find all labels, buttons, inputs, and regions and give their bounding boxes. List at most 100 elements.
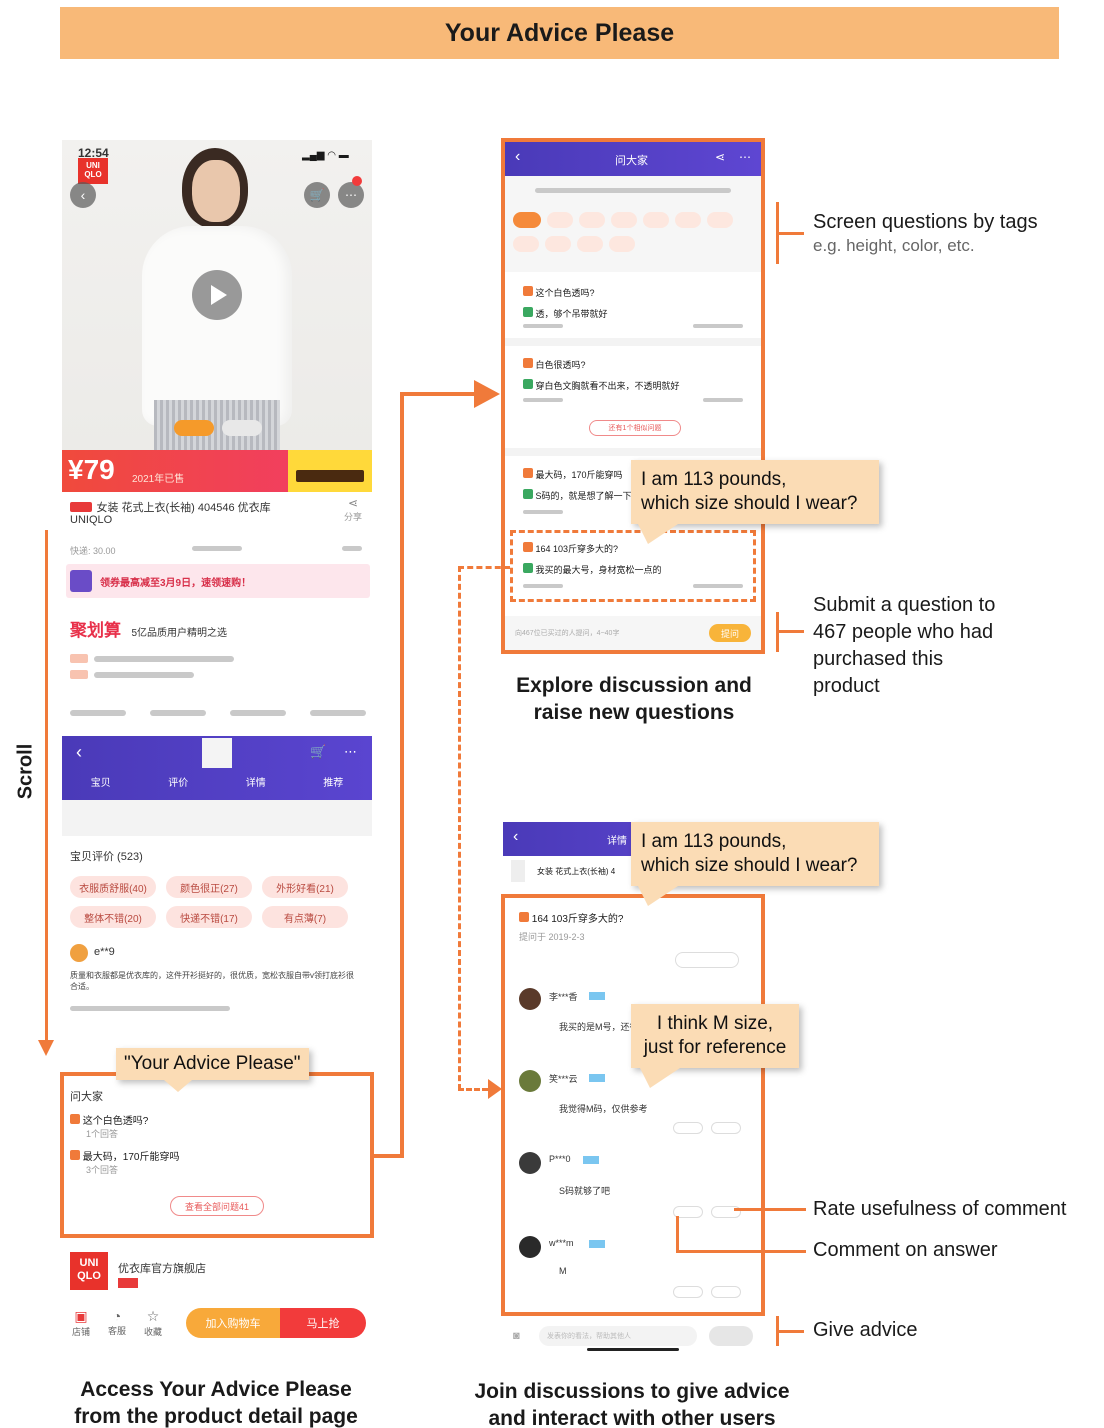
connector-a3: [400, 392, 476, 396]
dashed-connector-arrow: [488, 1079, 502, 1099]
filter-tag-all[interactable]: [513, 212, 541, 228]
nav-tab-item[interactable]: 宝贝: [91, 774, 111, 789]
video-toggle[interactable]: [174, 420, 214, 436]
answer-user: w***m: [549, 1238, 574, 1248]
review-tag[interactable]: 颜色很正(27): [166, 876, 252, 898]
review-tag[interactable]: 快递不错(17): [166, 906, 252, 928]
product-title: 女装 花式上衣(长袖) 404546 优衣库: [96, 502, 271, 514]
tmall-badge: [70, 501, 92, 512]
detail-question: 164 103斤穿多大的?: [519, 910, 624, 925]
like-button[interactable]: [711, 1122, 741, 1134]
nav-back-icon[interactable]: ‹: [76, 742, 82, 763]
filter-tag[interactable]: [609, 236, 635, 252]
favorite-icon[interactable]: ☆ 收藏: [144, 1308, 162, 1338]
location: [342, 546, 362, 551]
comment-send-button[interactable]: [709, 1326, 753, 1346]
image-toggle[interactable]: [222, 420, 262, 436]
ask-input[interactable]: 向467位已买过的人提问，4~40字: [515, 624, 699, 642]
product-brand: UNIQLO: [70, 514, 113, 526]
filter-tag[interactable]: [611, 212, 637, 228]
comment-input[interactable]: 发表你的看法，帮助其他人: [539, 1326, 697, 1346]
filter-tag[interactable]: [579, 212, 605, 228]
answer-callout: I think M size, just for reference: [631, 1004, 799, 1068]
review-tag[interactable]: 外形好看(21): [262, 876, 348, 898]
connector-a-arrow: [474, 380, 500, 408]
notification-badge: [352, 176, 362, 186]
shop-icon[interactable]: ▣ 店铺: [72, 1308, 90, 1338]
jhs-sub: 5亿品质用户精明之选: [131, 628, 228, 639]
shipping-fee: 快递: 30.00: [70, 546, 116, 556]
answer-text: 我买的是M号，还行: [559, 1022, 639, 1032]
header-title: 问大家: [615, 155, 648, 167]
caption-left: Access Your Advice Please from the produ…: [74, 1378, 358, 1428]
jhs-row: 聚划算 5亿品质用户精明之选: [70, 616, 370, 641]
question-item[interactable]: 最大码，170斤能穿吗 S码的，就是想了解一下: [523, 468, 632, 502]
service-icon[interactable]: ◔ 客服: [108, 1308, 126, 1338]
back-button[interactable]: ‹: [70, 182, 96, 208]
avatar: [519, 1152, 541, 1174]
cart-icon[interactable]: 🛒: [304, 182, 330, 208]
section-divider: [62, 800, 372, 836]
detail-back-icon[interactable]: ‹: [513, 828, 518, 846]
answer-user: 笑***云: [549, 1074, 578, 1084]
comment-button[interactable]: [673, 1122, 703, 1134]
comment-button[interactable]: [673, 1286, 703, 1298]
tag-filter-panel: [505, 176, 761, 272]
nav-more-icon[interactable]: ⋯: [344, 744, 357, 760]
share-button[interactable]: ⋖ 分享: [338, 496, 368, 523]
follow-button[interactable]: [675, 952, 739, 968]
filter-tag[interactable]: [707, 212, 733, 228]
filter-tag[interactable]: [545, 236, 571, 252]
filter-tag[interactable]: [577, 236, 603, 252]
detail-header-title: 详情: [607, 836, 627, 847]
camera-icon[interactable]: ◙: [513, 1330, 520, 1342]
header-more-icon[interactable]: ⋯: [739, 150, 751, 164]
answer-item: 笑***云 我觉得M码，仅供参考: [519, 1070, 753, 1150]
ask-submit-button[interactable]: 提问: [709, 624, 751, 642]
nav-tab-details[interactable]: 详情: [246, 774, 266, 789]
play-icon: [211, 285, 227, 305]
jhs-logo: 聚划算: [70, 621, 121, 640]
answer-text: S码就够了吧: [559, 1186, 611, 1196]
monthly-sales: [192, 546, 242, 551]
review-tag[interactable]: 有点薄(7): [262, 906, 348, 928]
coupon-rows[interactable]: [70, 654, 360, 679]
price-banner: ¥79 2021年已售: [62, 450, 372, 492]
header-share-icon[interactable]: ⋖: [715, 150, 725, 164]
question-item[interactable]: 白色很透吗? 穿白色文胸就看不出来，不透明就好: [523, 358, 680, 392]
more-answers-button[interactable]: 还有1个相似问题: [589, 420, 681, 436]
store-name[interactable]: 优衣库官方旗舰店: [118, 1260, 206, 1276]
nav-cart-icon[interactable]: 🛒: [310, 744, 326, 760]
detail-question-meta: 提问于 2019-2-3: [519, 932, 585, 942]
more-icon[interactable]: ⋯: [338, 182, 364, 208]
header-back-icon[interactable]: ‹: [515, 148, 520, 166]
review-meta: [70, 1006, 230, 1011]
avatar: [519, 988, 541, 1010]
filter-tag[interactable]: [675, 212, 701, 228]
filter-tag[interactable]: [547, 212, 573, 228]
review-tag[interactable]: 衣服质舒服(40): [70, 876, 156, 898]
promo-icon: [70, 570, 92, 592]
review-tags: 衣服质舒服(40) 颜色很正(27) 外形好看(21) 整体不错(20) 快递不…: [70, 876, 360, 928]
like-button[interactable]: [711, 1286, 741, 1298]
question-callout-1-tail: [638, 524, 678, 544]
answer-item: w***m M: [519, 1236, 753, 1306]
bottom-icons: ▣ 店铺 ◔ 客服 ☆ 收藏: [72, 1308, 162, 1338]
answer-text: 我觉得M码，仅供参考: [559, 1104, 648, 1114]
advice-tag-callout-tail: [164, 1080, 192, 1092]
filter-tag[interactable]: [513, 236, 539, 252]
nav-tab-reviews[interactable]: 评价: [168, 774, 188, 789]
add-to-cart-button[interactable]: 加入购物车: [186, 1308, 280, 1338]
scroll-line: [45, 530, 48, 1040]
review-tag[interactable]: 整体不错(20): [70, 906, 156, 928]
model-sweater: [142, 226, 292, 426]
page-title-banner: Your Advice Please: [60, 7, 1059, 59]
nav-tab-recommend[interactable]: 推荐: [323, 774, 343, 789]
play-video-button[interactable]: [192, 270, 242, 320]
promo-row[interactable]: 领券最高减至3月9日，速领速购！: [66, 564, 370, 598]
filter-tag[interactable]: [643, 212, 669, 228]
question-item[interactable]: 这个白色透吗? 透，够个吊带就好: [523, 286, 608, 320]
store-logo[interactable]: UNI QLO: [70, 1252, 108, 1290]
dashed-connector-2: [458, 566, 461, 1090]
buy-now-button[interactable]: 马上抢: [280, 1308, 366, 1338]
